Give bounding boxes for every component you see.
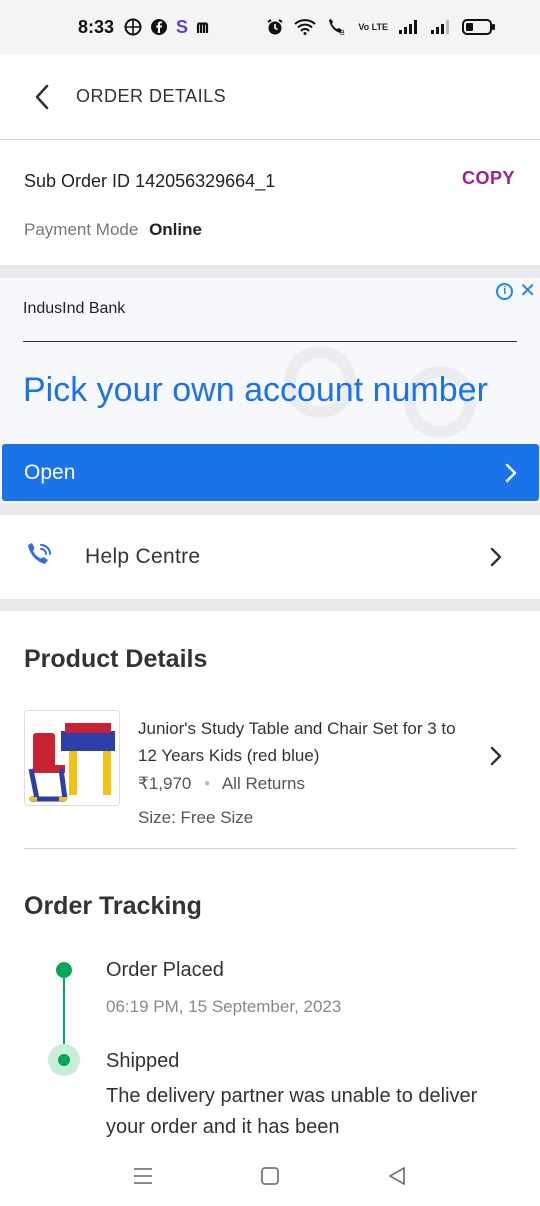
- ad-open-button[interactable]: Open: [2, 444, 539, 501]
- square-icon: [261, 1167, 279, 1185]
- ad-choices[interactable]: i ✕: [496, 281, 536, 301]
- status-left-icons: S: [124, 17, 214, 38]
- product-price-row: ₹1,970 • All Returns: [138, 774, 305, 794]
- ad-open-label: Open: [24, 460, 76, 484]
- s-app-icon: S: [176, 16, 189, 37]
- status-time: 8:33: [78, 16, 115, 37]
- phone-call-icon: [28, 543, 51, 564]
- product-details-title: Product Details: [24, 645, 208, 673]
- sub-order-id-value: 142056329664_1: [135, 171, 276, 191]
- product-name: Junior's Study Table and Chair Set for 3…: [138, 719, 456, 765]
- ad-brand: IndusInd Bank: [23, 300, 126, 317]
- wifi-icon: [294, 19, 316, 35]
- product-returns: All Returns: [221, 774, 305, 793]
- m-app-icon: [196, 22, 209, 33]
- tracking-step-time: 06:19 PM, 15 September, 2023: [106, 997, 342, 1016]
- system-nav-bar: [0, 1146, 540, 1206]
- signal-icon: [431, 20, 449, 34]
- payment-mode-value: Online: [149, 220, 202, 239]
- product-image: [24, 710, 120, 806]
- volte-call-icon: B: [329, 19, 345, 36]
- chevron-right-icon: [490, 746, 502, 766]
- order-tracking-title: Order Tracking: [24, 892, 202, 920]
- tracking-dot-shipped: [48, 1044, 80, 1076]
- help-centre-row[interactable]: Help Centre: [0, 515, 540, 599]
- status-right-icons: B Vo LTE: [266, 18, 496, 36]
- back-nav-button[interactable]: [377, 1156, 417, 1196]
- product-item[interactable]: Junior's Study Table and Chair Set for 3…: [0, 698, 540, 848]
- chevron-right-icon: [490, 547, 502, 567]
- alarm-icon: [267, 19, 283, 35]
- chevron-left-icon: [35, 84, 49, 109]
- sub-order-card: Sub Order ID 142056329664_1 COPY Payment…: [0, 141, 540, 265]
- menu-icon: [134, 1168, 153, 1184]
- facebook-icon: [151, 19, 168, 35]
- ad-headline: Pick your own account number: [23, 371, 488, 409]
- help-centre-label: Help Centre: [85, 545, 201, 568]
- tracking-step-title: Shipped: [106, 1050, 180, 1072]
- divider: [24, 848, 516, 849]
- ad-banner[interactable]: i ✕ IndusInd Bank Pick your own account …: [0, 278, 540, 503]
- battery-icon: [462, 19, 495, 35]
- copy-button[interactable]: COPY: [462, 168, 515, 189]
- section-gap: [0, 503, 540, 515]
- payment-mode-label: Payment Mode: [24, 220, 139, 239]
- product-price: ₹1,970: [138, 774, 192, 793]
- sub-order-id-row: Sub Order ID 142056329664_1: [24, 171, 275, 192]
- volte-label: Vo LTE: [358, 21, 388, 32]
- tracking-step-description: The delivery partner was unable to deliv…: [106, 1085, 478, 1138]
- svg-text:B: B: [340, 30, 345, 36]
- product-size: Size: Free Size: [138, 808, 254, 827]
- close-icon[interactable]: ✕: [519, 281, 536, 301]
- signal-icon: [399, 20, 417, 34]
- app-header: ORDER DETAILS: [0, 54, 540, 140]
- home-button[interactable]: [250, 1156, 290, 1196]
- section-gap: [0, 265, 540, 278]
- back-button[interactable]: [22, 77, 62, 117]
- sub-order-id-label: Sub Order ID: [24, 171, 131, 191]
- tracking-step-title: Order Placed: [106, 959, 224, 981]
- triangle-back-icon: [388, 1167, 405, 1185]
- status-bar: 8:33 S B Vo LTE: [0, 0, 540, 54]
- payment-mode-row: Payment Mode Online: [24, 220, 202, 240]
- chevron-right-icon: [505, 463, 517, 482]
- page-title: ORDER DETAILS: [76, 86, 227, 106]
- soccer-ball-icon: [124, 18, 142, 36]
- info-icon[interactable]: i: [496, 282, 514, 300]
- recent-apps-button[interactable]: [123, 1156, 163, 1196]
- section-gap: [0, 599, 540, 611]
- tracking-dot-placed: [56, 962, 72, 978]
- separator-dot: •: [204, 774, 211, 793]
